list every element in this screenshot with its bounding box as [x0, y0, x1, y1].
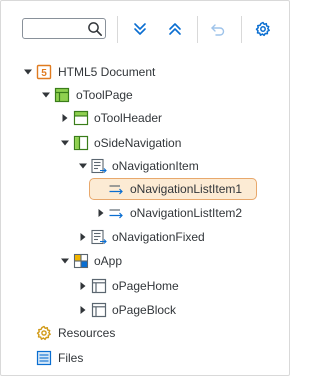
- tree-item-label: Files: [58, 351, 84, 365]
- outline-toolbar: [1, 1, 289, 61]
- search-icon[interactable]: [87, 21, 103, 37]
- page-icon: [91, 278, 107, 294]
- double-chevron-down-icon: [134, 23, 146, 35]
- gear-icon: [36, 325, 51, 341]
- files-list-icon: [36, 350, 52, 366]
- double-chevron-up-icon: [169, 23, 181, 35]
- collapsed-arrow-icon[interactable]: [78, 281, 88, 291]
- tree-item-label: oPageBlock: [112, 303, 177, 317]
- expanded-arrow-icon[interactable]: [41, 90, 51, 100]
- search-input[interactable]: [27, 20, 85, 37]
- tree-item-label: HTML5 Document: [58, 65, 156, 79]
- expanded-arrow-icon[interactable]: [78, 161, 88, 171]
- expanded-arrow-icon[interactable]: [60, 138, 70, 148]
- collapsed-arrow-icon[interactable]: [78, 305, 88, 315]
- tree-item-label: oNavigationListItem1: [130, 182, 243, 196]
- navigation-list-item-icon: [109, 185, 123, 195]
- search-field[interactable]: [22, 18, 106, 39]
- tree-item-label: oPageHome: [112, 279, 179, 293]
- tree-item-label: oNavigationItem: [112, 159, 199, 173]
- tool-page-icon: [54, 87, 70, 103]
- page-icon: [91, 302, 107, 318]
- undo-icon: [211, 24, 225, 36]
- side-navigation-icon: [73, 135, 89, 151]
- tool-header-icon: [73, 110, 89, 126]
- tree-item-label: oToolPage: [76, 88, 133, 102]
- expanded-arrow-icon[interactable]: [23, 67, 33, 77]
- outline-panel: 5 HTML5 Document oToolPage oToolHeader o…: [0, 0, 290, 376]
- collapse-all-button[interactable]: [165, 19, 185, 39]
- settings-button[interactable]: [253, 19, 273, 39]
- svg-text:5: 5: [41, 68, 47, 79]
- tree-item-label: oNavigationFixed: [112, 230, 205, 244]
- undo-button[interactable]: [208, 19, 228, 39]
- collapsed-arrow-icon[interactable]: [96, 208, 106, 218]
- html5-document-icon: 5: [36, 64, 52, 80]
- collapsed-arrow-icon[interactable]: [60, 113, 70, 123]
- navigation-list-item-icon: [109, 209, 123, 219]
- tree-item-label: oApp: [94, 254, 123, 268]
- toolbar-separator: [241, 16, 242, 43]
- navigation-list-icon: [91, 158, 107, 174]
- tree-item-label: oSideNavigation: [94, 136, 182, 150]
- expanded-arrow-icon[interactable]: [60, 256, 70, 266]
- collapsed-arrow-icon[interactable]: [78, 232, 88, 242]
- tree-item-label: oNavigationListItem2: [130, 206, 243, 220]
- toolbar-separator: [117, 16, 118, 43]
- gear-icon: [255, 21, 270, 37]
- navigation-list-icon: [91, 229, 107, 245]
- toolbar-separator: [197, 16, 198, 43]
- tree-item-label: oToolHeader: [94, 111, 163, 125]
- expand-all-button[interactable]: [130, 19, 150, 39]
- tree-item-label: Resources: [58, 326, 116, 340]
- app-grid-icon: [73, 253, 89, 269]
